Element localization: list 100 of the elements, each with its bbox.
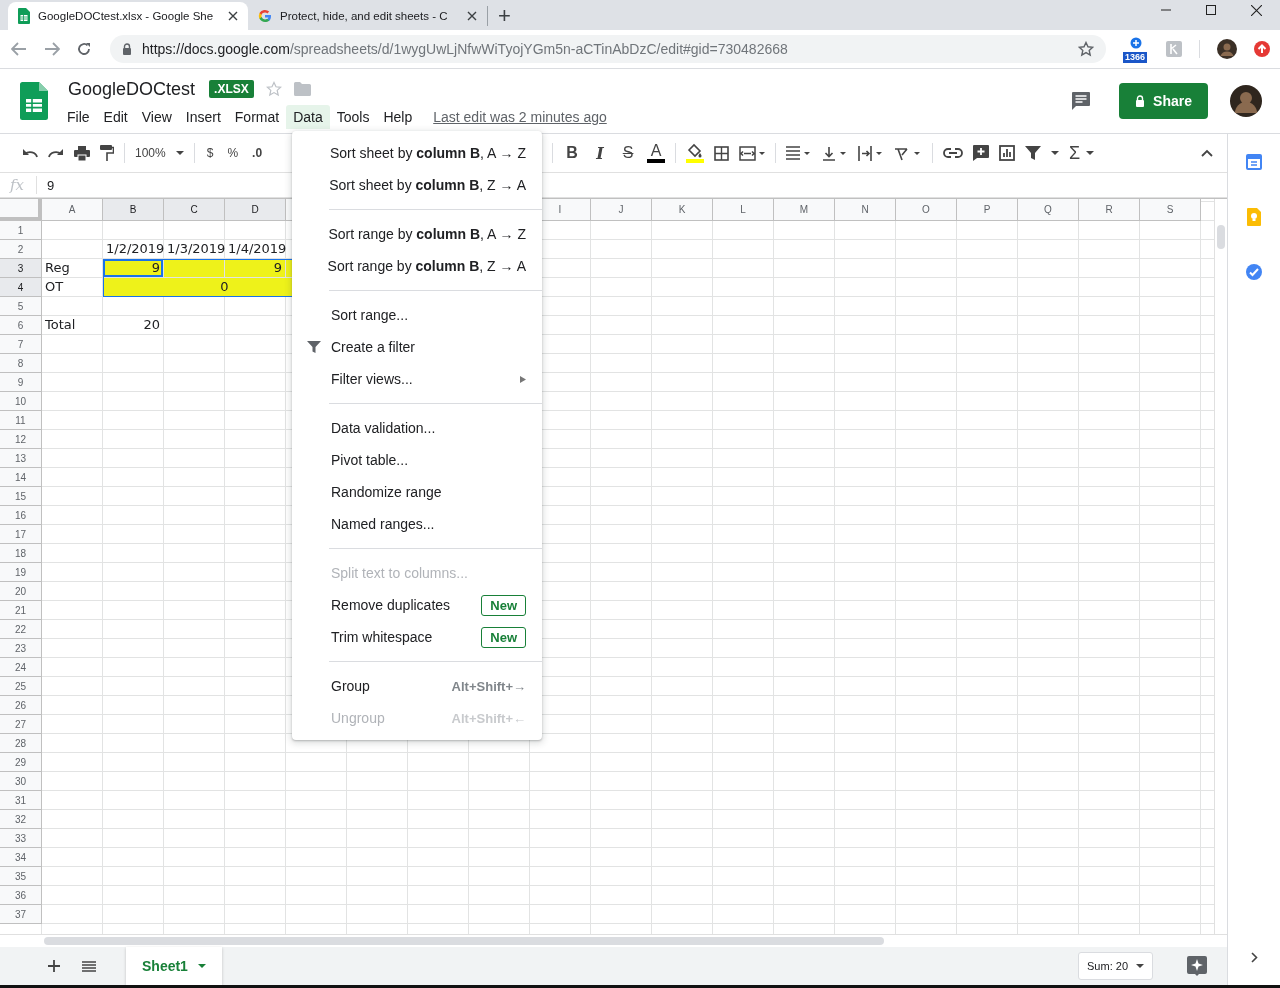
- add-sheet-icon[interactable]: [48, 960, 60, 972]
- column-header[interactable]: R: [1079, 199, 1140, 221]
- menu-item[interactable]: Format: [227, 105, 287, 129]
- explore-icon[interactable]: [1187, 956, 1207, 976]
- menu-option[interactable]: Sort sheet by column B, A → Z: [292, 137, 542, 169]
- column-header[interactable]: D: [225, 199, 286, 221]
- caret-icon[interactable]: [1051, 151, 1060, 155]
- row-header[interactable]: 31: [0, 791, 42, 810]
- fill-color-icon[interactable]: [686, 143, 705, 163]
- print-icon[interactable]: [74, 145, 90, 161]
- forward-icon[interactable]: [44, 42, 60, 56]
- menu-option[interactable]: Pivot table...: [292, 444, 542, 476]
- column-header[interactable]: C: [164, 199, 225, 221]
- menu-item[interactable]: Help: [376, 105, 420, 129]
- menu-option[interactable]: Sort range...: [292, 299, 542, 331]
- menu-option[interactable]: Trim whitespace New: [292, 621, 542, 653]
- functions-button[interactable]: Σ: [1069, 142, 1095, 164]
- row-header[interactable]: 25: [0, 677, 42, 696]
- column-header[interactable]: N: [835, 199, 896, 221]
- tasks-icon[interactable]: [1246, 264, 1262, 280]
- comments-icon[interactable]: [1071, 91, 1092, 111]
- scrollbar-thumb[interactable]: [1217, 225, 1225, 249]
- update-icon[interactable]: [1254, 41, 1270, 57]
- text-wrap-icon[interactable]: [858, 145, 885, 161]
- format-button[interactable]: I: [591, 143, 610, 163]
- row-header[interactable]: 9: [0, 373, 42, 392]
- menu-option[interactable]: Group Alt+Shift+→: [292, 670, 542, 702]
- redo-icon[interactable]: [48, 148, 64, 158]
- chevron-icon[interactable]: [1250, 952, 1258, 963]
- new-tab-button[interactable]: +: [498, 2, 511, 30]
- close-icon[interactable]: [228, 11, 238, 21]
- menu-item[interactable]: Tools: [329, 105, 377, 129]
- row-header[interactable]: 18: [0, 544, 42, 563]
- row-header[interactable]: 16: [0, 506, 42, 525]
- currency-button[interactable]: $: [204, 146, 216, 160]
- row-header[interactable]: 36: [0, 886, 42, 905]
- row-header[interactable]: 5: [0, 297, 42, 316]
- row-header[interactable]: 7: [0, 335, 42, 354]
- star-icon[interactable]: [1078, 41, 1094, 57]
- menu-item[interactable]: Insert: [178, 105, 228, 129]
- sheet-tab[interactable]: Sheet1: [126, 947, 222, 985]
- format-button[interactable]: S: [619, 144, 638, 162]
- calendar-icon[interactable]: [1246, 154, 1262, 170]
- scrollbar-thumb[interactable]: [44, 937, 884, 945]
- address-field[interactable]: https://docs.google.com/spreadsheets/d/1wygUwLjNfwWiTyojYGm5n-aCTinAbDzC/edit#gid=730482668: [110, 35, 1106, 63]
- back-icon[interactable]: [11, 42, 27, 56]
- row-header[interactable]: 1: [0, 221, 42, 240]
- last-edit-link[interactable]: Last edit was 2 minutes ago: [433, 109, 607, 125]
- text-rotation-icon[interactable]: [894, 145, 923, 161]
- row-header[interactable]: 27: [0, 715, 42, 734]
- close-icon[interactable]: [1251, 4, 1262, 16]
- row-header[interactable]: 24: [0, 658, 42, 677]
- column-header[interactable]: S: [1140, 199, 1201, 221]
- decimal-button[interactable]: .0: [250, 146, 265, 160]
- row-header[interactable]: 20: [0, 582, 42, 601]
- row-header[interactable]: 10: [0, 392, 42, 411]
- column-header[interactable]: L: [713, 199, 774, 221]
- row-header[interactable]: 2: [0, 240, 42, 259]
- column-header[interactable]: B: [103, 199, 164, 221]
- row-header[interactable]: 23: [0, 639, 42, 658]
- maximize-icon[interactable]: [1206, 5, 1216, 15]
- row-header[interactable]: 12: [0, 430, 42, 449]
- sheets-logo[interactable]: [20, 82, 48, 120]
- row-header[interactable]: 14: [0, 468, 42, 487]
- sheet-list-icon[interactable]: [82, 960, 96, 972]
- zoom-dropdown[interactable]: 100%: [135, 146, 184, 160]
- menu-option[interactable]: Data validation...: [292, 412, 542, 444]
- avatar[interactable]: [1230, 85, 1262, 117]
- row-header[interactable]: 37: [0, 905, 42, 924]
- row-header[interactable]: 35: [0, 867, 42, 886]
- filter-icon[interactable]: [1025, 146, 1042, 160]
- scrollbar[interactable]: [1214, 199, 1227, 934]
- menu-option[interactable]: Remove duplicates New: [292, 589, 542, 621]
- column-header[interactable]: O: [896, 199, 957, 221]
- column-header[interactable]: M: [774, 199, 835, 221]
- row-header[interactable]: 21: [0, 601, 42, 620]
- share-button[interactable]: Share: [1119, 83, 1208, 119]
- menu-item[interactable]: Data: [286, 105, 330, 129]
- row-header[interactable]: 6: [0, 316, 42, 335]
- row-header[interactable]: 19: [0, 563, 42, 582]
- row-header[interactable]: 22: [0, 620, 42, 639]
- row-header[interactable]: 32: [0, 810, 42, 829]
- row-header[interactable]: 34: [0, 848, 42, 867]
- chart-icon[interactable]: [999, 145, 1016, 161]
- row-header[interactable]: 26: [0, 696, 42, 715]
- row-header[interactable]: 28: [0, 734, 42, 753]
- menu-option[interactable]: Filter views...: [292, 363, 542, 395]
- menu-option[interactable]: Create a filter: [292, 331, 542, 363]
- row-header[interactable]: 30: [0, 772, 42, 791]
- menu-option[interactable]: Sort sheet by column B, Z → A: [292, 169, 542, 201]
- document-title[interactable]: GoogleDOCtest: [68, 78, 196, 100]
- browser-tab[interactable]: GoogleDOCtest.xlsx - Google She: [8, 2, 248, 30]
- close-icon[interactable]: [467, 11, 477, 21]
- row-header[interactable]: 33: [0, 829, 42, 848]
- link-icon[interactable]: [943, 148, 964, 158]
- row-header[interactable]: 17: [0, 525, 42, 544]
- row-header[interactable]: 8: [0, 354, 42, 373]
- row-header[interactable]: 15: [0, 487, 42, 506]
- collapse-icon[interactable]: [1201, 149, 1213, 157]
- row-header[interactable]: 13: [0, 449, 42, 468]
